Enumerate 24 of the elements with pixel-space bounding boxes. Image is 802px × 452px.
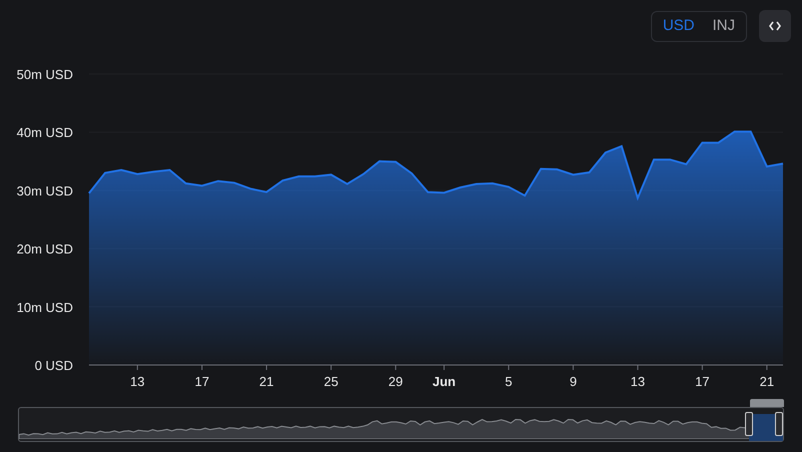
currency-tab[interactable]: INJ: [704, 12, 744, 40]
y-axis-label: 10m USD: [16, 300, 73, 315]
x-axis-label: 17: [695, 374, 710, 389]
x-axis-label: 9: [570, 374, 577, 389]
x-axis-label: 13: [130, 374, 145, 389]
currency-tab[interactable]: USD: [654, 12, 704, 40]
y-axis-label: 30m USD: [16, 183, 73, 198]
x-axis-label: 13: [630, 374, 645, 389]
range-handle[interactable]: [744, 412, 753, 436]
code-icon: [769, 21, 781, 31]
x-axis-label: 5: [505, 374, 512, 389]
x-axis-label: 21: [259, 374, 274, 389]
range-slider[interactable]: [18, 407, 784, 442]
range-handle[interactable]: [775, 412, 783, 436]
x-axis-label: Jun: [432, 374, 456, 389]
x-axis-label: 29: [388, 374, 403, 389]
embed-button[interactable]: [759, 10, 791, 42]
y-axis-label: 0 USD: [34, 358, 73, 373]
x-axis-label: 17: [194, 374, 210, 389]
x-axis-label: 25: [324, 374, 338, 389]
y-axis-label: 20m USD: [16, 242, 73, 257]
y-axis-label: 50m USD: [16, 67, 73, 82]
x-axis-label: 21: [760, 374, 774, 389]
y-axis-label: 40m USD: [16, 125, 73, 140]
